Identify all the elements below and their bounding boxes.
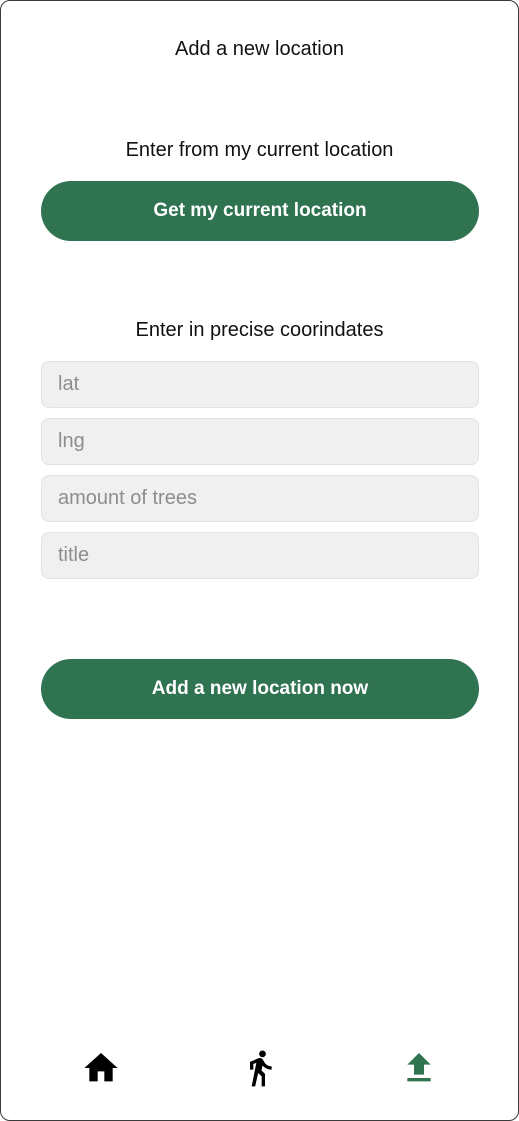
upload-icon — [407, 1053, 431, 1082]
get-current-location-button[interactable]: Get my current location — [41, 181, 479, 241]
lat-input[interactable] — [41, 361, 479, 408]
tree-amount-input[interactable] — [41, 475, 479, 522]
nav-walk[interactable] — [238, 1046, 282, 1090]
title-input[interactable] — [41, 532, 479, 579]
walk-icon — [250, 1050, 272, 1087]
page-title: Add a new location — [174, 38, 344, 60]
home-icon — [84, 1053, 118, 1082]
coordinates-label: Enter in precise coorindates — [135, 319, 384, 341]
current-location-label: Enter from my current location — [125, 139, 394, 161]
lng-input[interactable] — [41, 418, 479, 465]
nav-upload[interactable] — [397, 1046, 441, 1090]
nav-home[interactable] — [79, 1046, 123, 1090]
add-location-button[interactable]: Add a new location now — [41, 659, 479, 719]
